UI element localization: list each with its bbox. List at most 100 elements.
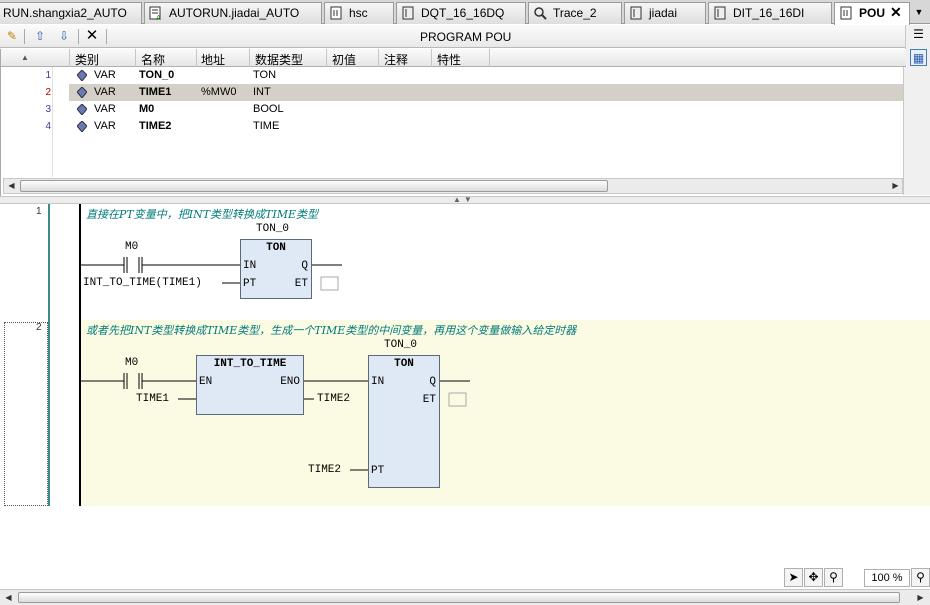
ton-function-block[interactable]: TON IN Q ET PT bbox=[368, 355, 440, 488]
pin-pt: PT bbox=[243, 278, 257, 290]
tabular-view-icon[interactable]: ▦ bbox=[910, 49, 927, 66]
svg-text:A: A bbox=[156, 14, 161, 20]
network-comment[interactable]: 或者先把INT类型转换成TIME类型，生成一个TIME类型的中间变量，再用这个变… bbox=[86, 322, 576, 338]
column-header-scope[interactable]: 类别 bbox=[75, 51, 99, 68]
pt-input-variable[interactable]: TIME2 bbox=[308, 464, 341, 476]
column-divider bbox=[326, 49, 327, 67]
cell-scope: VAR bbox=[94, 120, 116, 132]
network-number: 1 bbox=[36, 206, 42, 217]
network-comment[interactable]: 直接在PT变量中，把INT类型转换成TIME类型 bbox=[86, 206, 318, 222]
tab-label: RUN.shangxia2_AUTO bbox=[3, 6, 127, 20]
scrollbar-thumb[interactable] bbox=[18, 592, 900, 603]
column-header-type[interactable]: 数据类型 bbox=[255, 51, 303, 68]
tab-label: AUTORUN.jiadai_AUTO bbox=[169, 6, 300, 20]
pin-et: ET bbox=[422, 394, 436, 406]
pointer-icon[interactable]: ➤ bbox=[784, 568, 803, 587]
column-divider bbox=[489, 49, 490, 67]
pou-title: PROGRAM POU bbox=[420, 30, 512, 44]
pin-q: Q bbox=[301, 260, 308, 272]
column-divider bbox=[431, 49, 432, 67]
sort-asc-icon[interactable]: ▲ bbox=[21, 53, 29, 62]
tab-autorun-jiadai-auto[interactable]: A AUTORUN.jiadai_AUTO bbox=[144, 2, 322, 24]
variable-icon bbox=[77, 104, 87, 115]
row-number: 1 bbox=[45, 70, 51, 81]
tab-dit-16-16di[interactable]: DIT_16_16DI bbox=[708, 2, 832, 24]
int-to-time-function-block[interactable]: INT_TO_TIME EN ENO bbox=[196, 355, 304, 415]
textual-view-icon[interactable]: ☰ bbox=[910, 26, 927, 43]
table-row[interactable]: 4 VAR TIME2 TIME bbox=[1, 118, 906, 135]
cell-scope: VAR bbox=[94, 86, 116, 98]
zoom-icon[interactable]: ⚲ bbox=[824, 568, 843, 587]
network-number: 2 bbox=[36, 322, 42, 333]
table-row[interactable]: 1 VAR TON_0 TON bbox=[1, 67, 906, 84]
column-header-attributes[interactable]: 特性 bbox=[437, 51, 461, 68]
gvl-icon bbox=[713, 6, 727, 20]
gvl-icon bbox=[629, 6, 643, 20]
move-icon[interactable]: ✥ bbox=[804, 568, 823, 587]
conv-output-variable[interactable]: TIME2 bbox=[317, 393, 350, 405]
contact-variable[interactable]: M0 bbox=[125, 241, 138, 253]
table-row[interactable]: 3 VAR M0 BOOL bbox=[1, 101, 906, 118]
tab-jiadai[interactable]: jiadai bbox=[624, 2, 706, 24]
ladder-tool-strip: ➤ ✥ ⚲ 100 % ⚲ bbox=[784, 568, 930, 589]
tab-trace-2[interactable]: Trace_2 bbox=[528, 2, 622, 24]
pou-icon bbox=[839, 6, 853, 20]
cell-type: TON bbox=[253, 69, 277, 81]
fb-type: INT_TO_TIME bbox=[213, 358, 287, 370]
column-divider bbox=[196, 49, 197, 67]
column-header-name[interactable]: 名称 bbox=[141, 51, 165, 68]
scroll-left-icon[interactable]: ◀ bbox=[4, 179, 19, 193]
pin-et: ET bbox=[294, 278, 308, 290]
row-number: 2 bbox=[45, 87, 51, 98]
splitter-arrows-icon[interactable]: ▲▼ bbox=[453, 195, 475, 204]
variable-icon bbox=[77, 87, 87, 98]
ladder-horizontal-scrollbar[interactable]: ◀ ▶ bbox=[0, 589, 930, 605]
row-number: 3 bbox=[45, 104, 51, 115]
scroll-left-icon[interactable]: ◀ bbox=[1, 591, 16, 605]
close-tab-icon[interactable]: ✕ bbox=[890, 5, 902, 19]
column-divider bbox=[69, 49, 70, 67]
move-down-icon[interactable]: ⇩ bbox=[56, 28, 72, 44]
declaration-horizontal-scrollbar[interactable]: ◀ ▶ bbox=[3, 178, 903, 194]
program-icon: A bbox=[149, 6, 163, 22]
column-header-address[interactable]: 地址 bbox=[201, 51, 225, 68]
contact-variable[interactable]: M0 bbox=[125, 357, 138, 369]
tab-hsc[interactable]: hsc bbox=[324, 2, 394, 24]
cell-address: %MW0 bbox=[201, 86, 237, 98]
scroll-right-icon[interactable]: ▶ bbox=[913, 591, 928, 605]
table-row-selected[interactable]: 2 VAR TIME1 %MW0 INT bbox=[1, 84, 906, 101]
tab-label: DIT_16_16DI bbox=[733, 6, 805, 20]
variable-icon bbox=[77, 121, 87, 132]
declaration-table: ▲ 类别 名称 地址 数据类型 初值 注释 特性 1 VAR TON_0 TON… bbox=[0, 49, 906, 196]
cell-scope: VAR bbox=[94, 103, 116, 115]
cell-type: INT bbox=[253, 86, 271, 98]
tab-run-shangxia2-auto[interactable]: RUN.shangxia2_AUTO bbox=[0, 2, 142, 24]
toolbar-separator bbox=[78, 29, 79, 44]
delete-icon[interactable]: ✕ bbox=[84, 28, 100, 44]
pou-icon bbox=[329, 6, 343, 20]
trace-icon bbox=[533, 6, 547, 20]
view-switcher: ☰ ▦ bbox=[905, 25, 930, 70]
fb-instance-name[interactable]: TON_0 bbox=[256, 223, 289, 235]
scrollbar-thumb[interactable] bbox=[20, 180, 608, 192]
pt-input-expression[interactable]: INT_TO_TIME(TIME1) bbox=[83, 277, 202, 289]
tab-list-dropdown-icon[interactable]: ▼ bbox=[912, 4, 926, 20]
tab-label: DQT_16_16DQ bbox=[421, 6, 505, 20]
tab-dqt-16-16dq[interactable]: DQT_16_16DQ bbox=[396, 2, 526, 24]
column-header-init[interactable]: 初值 bbox=[332, 51, 356, 68]
zoom-settings-icon[interactable]: ⚲ bbox=[911, 568, 930, 587]
gvl-icon bbox=[401, 6, 415, 20]
scroll-right-icon[interactable]: ▶ bbox=[888, 179, 903, 193]
column-header-comment[interactable]: 注释 bbox=[384, 51, 408, 68]
auto-declare-icon[interactable]: ✎ bbox=[4, 28, 20, 44]
variable-icon bbox=[77, 70, 87, 81]
declaration-vertical-scrollbar[interactable] bbox=[903, 67, 930, 195]
move-up-icon[interactable]: ⇧ bbox=[32, 28, 48, 44]
pin-eno: ENO bbox=[280, 376, 300, 388]
fb-instance-name[interactable]: TON_0 bbox=[384, 339, 417, 351]
zoom-level[interactable]: 100 % bbox=[864, 569, 910, 587]
editor-splitter[interactable]: ▲▼ bbox=[0, 195, 930, 204]
conv-input-variable[interactable]: TIME1 bbox=[136, 393, 169, 405]
ladder-wires bbox=[81, 257, 470, 471]
ton-function-block[interactable]: TON IN Q PT ET bbox=[240, 239, 312, 299]
